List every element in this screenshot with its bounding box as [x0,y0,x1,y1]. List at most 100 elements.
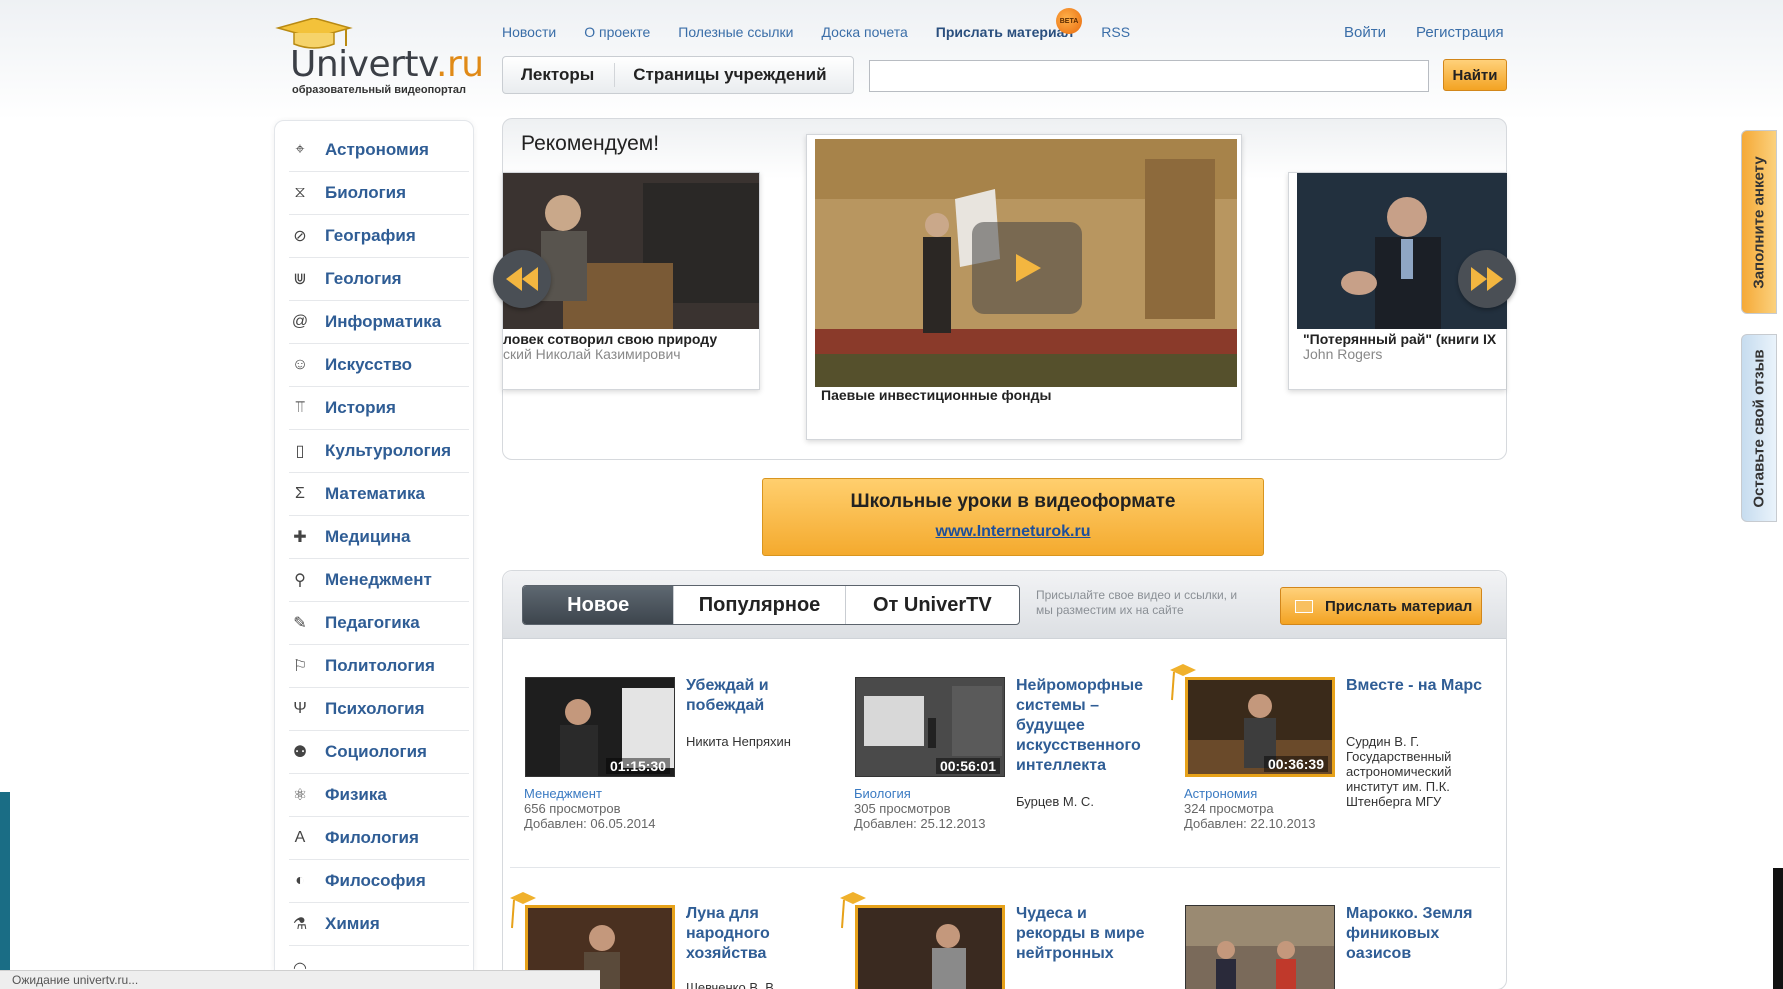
nav-about[interactable]: О проекте [584,24,650,40]
play-button[interactable] [972,222,1082,314]
feedback-side-tab[interactable]: Оставьте свой отзыв [1741,334,1777,522]
video-thumbnail[interactable]: 00:36:39 [1185,677,1335,777]
login-link[interactable]: Войти [1344,24,1386,41]
video-added-date: Добавлен: 25.12.2013 [854,816,986,831]
category-label: Биология [325,183,407,202]
category-item[interactable]: ✚ Медицина [289,516,469,559]
card-title[interactable]: Паевые инвестиционные фонды [821,387,1231,403]
category-label: Политология [325,656,435,675]
tab-institutions[interactable]: Страницы учреждений [615,65,844,85]
video-thumbnail[interactable] [503,173,759,329]
category-label: Менеджмент [325,570,432,589]
video-author: Сурдин В. Г. Государственный астрономиче… [1346,734,1452,809]
category-item[interactable]: ☺ Искусство [289,344,469,387]
category-item[interactable]: A Филология [289,817,469,860]
nav-send-material[interactable]: Прислать материал [936,24,1073,40]
category-item[interactable]: ⚐ Политология [289,645,469,688]
video-category[interactable]: Менеджмент [524,786,655,801]
person-icon: ⚲ [294,572,306,589]
letter-a-icon: A [294,829,306,846]
category-item[interactable]: @ Информатика [289,301,469,344]
category-label: Филология [325,828,419,847]
category-label: Педагогика [325,613,420,632]
video-thumbnail[interactable]: 01:15:30 [525,677,675,777]
category-item[interactable]: ⌖ Астрономия [289,129,469,172]
speaker-image [858,908,1002,989]
school-lessons-banner[interactable]: Школьные уроки в видеоформате www.Intern… [762,478,1264,556]
video-title[interactable]: Марокко. Земля финиковых оазисов [1346,904,1486,964]
video-thumbnail[interactable] [1185,905,1335,989]
category-item[interactable]: ◐ Философия [289,860,469,903]
survey-label: Заполните анкету [1750,155,1768,289]
category-label: Медицина [325,527,411,546]
category-item[interactable]: ⚉ Социология [289,731,469,774]
video-author: Никита Непряхин [686,734,791,749]
category-label: Искусство [325,355,413,374]
search-button[interactable]: Найти [1443,59,1507,91]
category-sidebar: ⌖ Астрономия ⧖ Биология ⊘ География ⋓ Геолог… [274,120,474,980]
card-title[interactable]: ловек сотворил свою природу [503,331,759,347]
card-title[interactable]: "Потерянный рай" (книги IX [1303,331,1507,347]
category-label: Психология [325,699,425,718]
video-title[interactable]: Нейроморфные системы – будущее искусстве… [1016,676,1156,776]
nav-honor-board[interactable]: Доска почета [822,24,908,40]
sigma-icon: Σ [295,485,305,502]
category-item[interactable]: ✎ Педагогика [289,602,469,645]
banner-link[interactable]: www.Interneturok.ru [763,523,1263,541]
carousel-prev-button[interactable] [493,250,551,308]
lecturer-at-podium-image [503,173,759,329]
video-title[interactable]: Чудеса и рекорды в мире нейтронных [1016,904,1156,964]
tab-lecturers[interactable]: Лекторы [503,63,616,87]
video-category[interactable]: Биология [854,786,985,801]
category-label: Астрономия [325,140,429,159]
category-item[interactable]: ▯ Культурология [289,430,469,473]
mask-icon: ☺ [291,356,309,373]
video-added-date: Добавлен: 06.05.2014 [524,816,656,831]
category-item[interactable]: Σ Математика [289,473,469,516]
card-author: John Rogers [1303,346,1383,362]
register-link[interactable]: Регистрация [1416,24,1504,41]
category-item[interactable]: ⚗ Химия [289,903,469,946]
video-thumbnail[interactable]: 00:56:01 [855,677,1005,777]
category-label: Социология [325,742,427,761]
book-icon: ▯ [295,443,305,460]
category-item[interactable]: ⫪ История [289,387,469,430]
video-author: Бурцев М. С. [1016,794,1094,809]
tab-popular[interactable]: Популярное [674,586,846,624]
nav-rss[interactable]: RSS [1101,24,1130,40]
video-title[interactable]: Вместе - на Марс [1346,676,1486,696]
category-item[interactable]: ⋓ Геология [289,258,469,301]
column-icon: ⫪ [295,399,305,416]
send-material-label: Прислать материал [1325,597,1473,615]
video-thumbnail[interactable] [855,905,1005,989]
search-input[interactable] [869,60,1429,92]
category-item[interactable]: Ψ Психология [289,688,469,731]
category-item[interactable]: ⚛ Физика [289,774,469,817]
video-added-date: Добавлен: 22.10.2013 [1184,816,1316,831]
category-label: География [325,226,416,245]
video-title[interactable]: Убеждай и побеждай [686,676,826,716]
send-material-button[interactable]: Прислать материал [1280,587,1482,625]
row-divider [510,867,1500,868]
video-author: Шевченко В. В. [686,980,778,989]
nav-useful-links[interactable]: Полезные ссылки [678,24,793,40]
site-logo[interactable]: Univertv.ru образовательный видеопортал [268,18,484,100]
video-meta: Менеджмент 656 просмотров Добавлен: 06.0… [524,786,655,831]
banner-title: Школьные уроки в видеоформате [850,491,1176,512]
survey-side-tab[interactable]: Заполните анкету [1741,130,1777,314]
compass-icon: ⊘ [293,228,307,245]
tab-new[interactable]: Новое [523,586,675,624]
tab-from-univertv[interactable]: От UniverTV [846,586,1019,624]
feedback-label: Оставьте свой отзыв [1750,348,1768,508]
category-item[interactable]: ⊘ География [289,215,469,258]
category-item[interactable]: ⧖ Биология [289,172,469,215]
at-icon: @ [291,313,309,330]
nav-news[interactable]: Новости [502,24,556,40]
atom-icon: ⚛ [292,787,308,804]
category-item[interactable]: ⚲ Менеджмент [289,559,469,602]
video-category[interactable]: Астрономия [1184,786,1315,801]
category-label: История [325,398,396,417]
carousel-next-button[interactable] [1458,250,1516,308]
video-title[interactable]: Луна для народного хозяйства [686,904,826,964]
video-meta: Астрономия 324 просмотра Добавлен: 22.10… [1184,786,1315,831]
